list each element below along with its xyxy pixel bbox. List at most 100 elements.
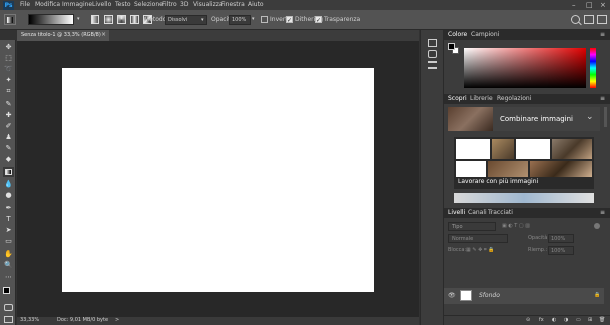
minimize-icon[interactable]: – bbox=[572, 1, 576, 9]
filter-toggle-icon[interactable] bbox=[594, 223, 600, 229]
properties-panel-icon[interactable] bbox=[428, 50, 437, 58]
document-tab[interactable]: Senza titolo-1 @ 33,3% (RGB/8) × bbox=[17, 30, 109, 41]
adjustment-layer-icon[interactable]: ◑ bbox=[564, 318, 568, 323]
group-icon[interactable]: ▭ bbox=[576, 318, 581, 323]
close-icon[interactable]: × bbox=[101, 32, 106, 38]
fill-input[interactable]: 100% bbox=[548, 246, 574, 255]
opacita-input[interactable]: 100% bbox=[229, 15, 251, 25]
menu-3d[interactable]: 3D bbox=[180, 2, 188, 8]
filter-icons[interactable]: ▣ ◐ T ▢ ▥ bbox=[502, 224, 530, 229]
mask-icon[interactable]: ◐ bbox=[552, 318, 556, 323]
angle-gradient-icon[interactable] bbox=[117, 15, 126, 24]
tab-canali[interactable]: Canali bbox=[468, 210, 487, 216]
document-canvas[interactable] bbox=[62, 68, 374, 292]
tab-regolazioni[interactable]: Regolazioni bbox=[497, 96, 531, 102]
trash-icon[interactable]: 🗑 bbox=[599, 318, 605, 323]
path-selection-tool-icon[interactable]: ➤ bbox=[4, 226, 13, 235]
gradient-tool-active[interactable] bbox=[3, 167, 14, 177]
marquee-tool-icon[interactable]: ⬚ bbox=[4, 54, 13, 63]
history-panel-icon[interactable] bbox=[428, 39, 437, 47]
dodge-tool-icon[interactable]: ● bbox=[4, 191, 13, 200]
gradient-preview[interactable] bbox=[28, 14, 74, 25]
tab-livelli[interactable]: Livelli bbox=[448, 210, 465, 216]
eraser-tool-icon[interactable]: ◆ bbox=[4, 155, 13, 164]
more-tools-icon[interactable]: ⋯ bbox=[4, 273, 13, 282]
eye-icon[interactable]: 👁 bbox=[448, 293, 456, 299]
hue-slider[interactable] bbox=[590, 48, 596, 88]
zoom-level[interactable]: 33,33% bbox=[20, 318, 39, 323]
layer-filter-search[interactable]: Tipo bbox=[448, 222, 496, 231]
menu-selezione[interactable]: Selezione bbox=[134, 2, 163, 8]
menu-file[interactable]: File bbox=[20, 2, 30, 8]
radial-gradient-icon[interactable] bbox=[104, 15, 113, 24]
lock-icons[interactable]: ▦ ✎ ✥ ⌗ 🔒 bbox=[466, 248, 495, 253]
fx-icon[interactable]: fx bbox=[539, 318, 544, 323]
close-icon[interactable]: × bbox=[600, 1, 606, 9]
dithering-checkbox[interactable]: ✓ bbox=[286, 16, 293, 24]
reflected-gradient-icon[interactable] bbox=[130, 15, 139, 24]
blur-tool-icon[interactable]: 💧 bbox=[4, 180, 13, 189]
hand-tool-icon[interactable]: ✋ bbox=[4, 250, 13, 259]
crop-tool-icon[interactable]: ⌗ bbox=[4, 87, 13, 96]
magic-wand-tool-icon[interactable]: ✦ bbox=[4, 76, 13, 85]
learn-card-combinare[interactable]: Combinare immagini ⌄ bbox=[448, 107, 600, 131]
menu-filtro[interactable]: Filtro bbox=[162, 2, 177, 8]
panel-menu-icon[interactable]: ≡ bbox=[600, 96, 605, 102]
lasso-tool-icon[interactable]: ➰ bbox=[4, 65, 13, 74]
tutorial-thumbnail bbox=[516, 139, 550, 159]
tab-scopri[interactable]: Scopri bbox=[448, 96, 467, 102]
search-icon[interactable] bbox=[571, 15, 582, 26]
scrollbar-thumb[interactable] bbox=[604, 107, 607, 127]
screen-mode-icon[interactable] bbox=[4, 316, 13, 323]
quick-mask-icon[interactable] bbox=[4, 304, 13, 311]
pen-tool-icon[interactable]: ✒ bbox=[4, 204, 13, 213]
menu-livello[interactable]: Livello bbox=[92, 2, 111, 8]
layer-opacity-input[interactable]: 100% bbox=[548, 234, 574, 243]
menu-visualizza[interactable]: Visualizza bbox=[193, 2, 223, 8]
type-tool-icon[interactable]: T bbox=[4, 215, 13, 224]
move-tool-icon[interactable]: ✥ bbox=[4, 43, 13, 52]
linear-gradient-icon[interactable] bbox=[91, 15, 99, 24]
history-brush-tool-icon[interactable]: ✎ bbox=[4, 144, 13, 153]
workspace-icon[interactable] bbox=[584, 15, 594, 24]
blend-mode-select[interactable]: Normale bbox=[448, 234, 508, 243]
clone-stamp-tool-icon[interactable]: ♟ bbox=[4, 133, 13, 142]
tab-tracciati[interactable]: Tracciati bbox=[488, 210, 513, 216]
adjustments-panel-icon[interactable] bbox=[428, 61, 437, 69]
link-layers-icon[interactable]: ⊝ bbox=[526, 318, 530, 323]
share-icon[interactable] bbox=[597, 15, 607, 24]
color-field[interactable] bbox=[464, 48, 586, 88]
tab-colore[interactable]: Colore bbox=[448, 32, 467, 38]
learn-card-lavorare[interactable]: Lavorare con più immagini bbox=[454, 137, 594, 189]
foreground-color-chip[interactable] bbox=[448, 43, 455, 50]
chevron-down-icon[interactable]: ▾ bbox=[252, 17, 255, 22]
menu-modifica[interactable]: Modifica bbox=[35, 2, 60, 8]
canvas-area[interactable] bbox=[17, 41, 419, 317]
tab-campioni[interactable]: Campioni bbox=[471, 32, 499, 38]
healing-brush-tool-icon[interactable]: ✚ bbox=[4, 111, 13, 120]
chevron-down-icon[interactable]: ⌄ bbox=[586, 113, 594, 122]
menu-aiuto[interactable]: Aiuto bbox=[248, 2, 264, 8]
panel-menu-icon[interactable]: ≡ bbox=[600, 210, 605, 216]
menu-testo[interactable]: Testo bbox=[115, 2, 131, 8]
menu-finestra[interactable]: Finestra bbox=[221, 2, 245, 8]
trasparenza-checkbox[interactable]: ✓ bbox=[315, 16, 322, 24]
menu-immagine[interactable]: Immagine bbox=[62, 2, 92, 8]
foreground-color-swatch[interactable] bbox=[3, 287, 10, 294]
new-layer-icon[interactable]: ⊞ bbox=[588, 318, 592, 323]
chevron-down-icon[interactable]: ▾ bbox=[77, 17, 80, 22]
zoom-tool-icon[interactable]: 🔍 bbox=[4, 261, 13, 270]
tab-librerie[interactable]: Librerie bbox=[470, 96, 493, 102]
learn-card-next[interactable] bbox=[454, 193, 594, 203]
gradient-tool-icon[interactable] bbox=[4, 14, 16, 25]
maximize-icon[interactable]: □ bbox=[586, 1, 593, 9]
layer-name[interactable]: Sfondo bbox=[479, 293, 500, 299]
brush-tool-icon[interactable]: ✐ bbox=[4, 122, 13, 131]
status-arrow-icon[interactable]: > bbox=[115, 318, 119, 323]
metodo-select[interactable]: Dissolvi ▾ bbox=[165, 15, 207, 25]
eyedropper-tool-icon[interactable]: ✎ bbox=[4, 100, 13, 109]
panel-menu-icon[interactable]: ≡ bbox=[600, 32, 605, 38]
inverti-checkbox[interactable] bbox=[261, 16, 268, 23]
layer-row[interactable]: 👁 Sfondo 🔒 bbox=[444, 288, 604, 304]
rectangle-tool-icon[interactable]: ▭ bbox=[4, 237, 13, 246]
